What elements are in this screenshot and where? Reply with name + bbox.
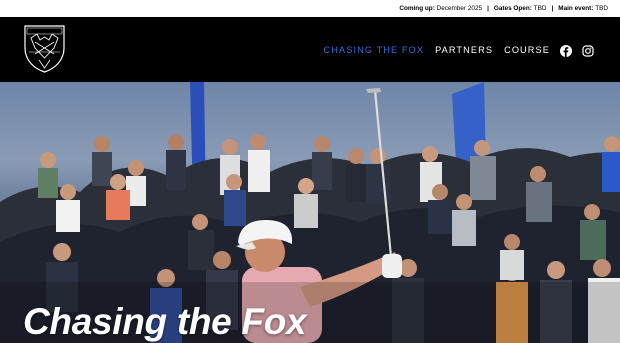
coming-up-value: December 2025 xyxy=(436,5,483,12)
instagram-icon[interactable] xyxy=(582,44,594,57)
fox-crest-shield-icon xyxy=(24,25,65,73)
separator: | xyxy=(551,5,554,12)
main-nav: CHASING THE FOX PARTNERS COURSE xyxy=(313,17,594,82)
gates-open-value: TBD xyxy=(533,5,547,12)
main-event-value: TBD xyxy=(595,5,608,12)
coming-up-label: Coming up: xyxy=(399,5,435,12)
hero-title: Chasing the Fox xyxy=(23,301,307,342)
separator: | xyxy=(487,5,489,12)
event-info-bar: Coming up: December 2025 | Gates Open: T… xyxy=(0,0,620,17)
main-event-info: Main event: TBD xyxy=(558,5,608,12)
facebook-icon[interactable] xyxy=(560,44,572,57)
main-event-label: Main event: xyxy=(558,5,594,12)
site-header: CHASING THE FOX PARTNERS COURSE xyxy=(0,17,620,82)
nav-item-chasing-the-fox[interactable]: CHASING THE FOX xyxy=(324,45,425,55)
site-logo[interactable] xyxy=(23,24,66,74)
gates-open-info: Gates Open: TBD xyxy=(494,5,547,12)
nav-item-partners[interactable]: PARTNERS xyxy=(435,45,493,55)
nav-item-course[interactable]: COURSE xyxy=(504,45,550,55)
hero-banner: Chasing the Fox xyxy=(0,82,620,343)
gates-open-label: Gates Open: xyxy=(493,5,532,12)
coming-up-info: Coming up: December 2025 xyxy=(399,5,482,12)
